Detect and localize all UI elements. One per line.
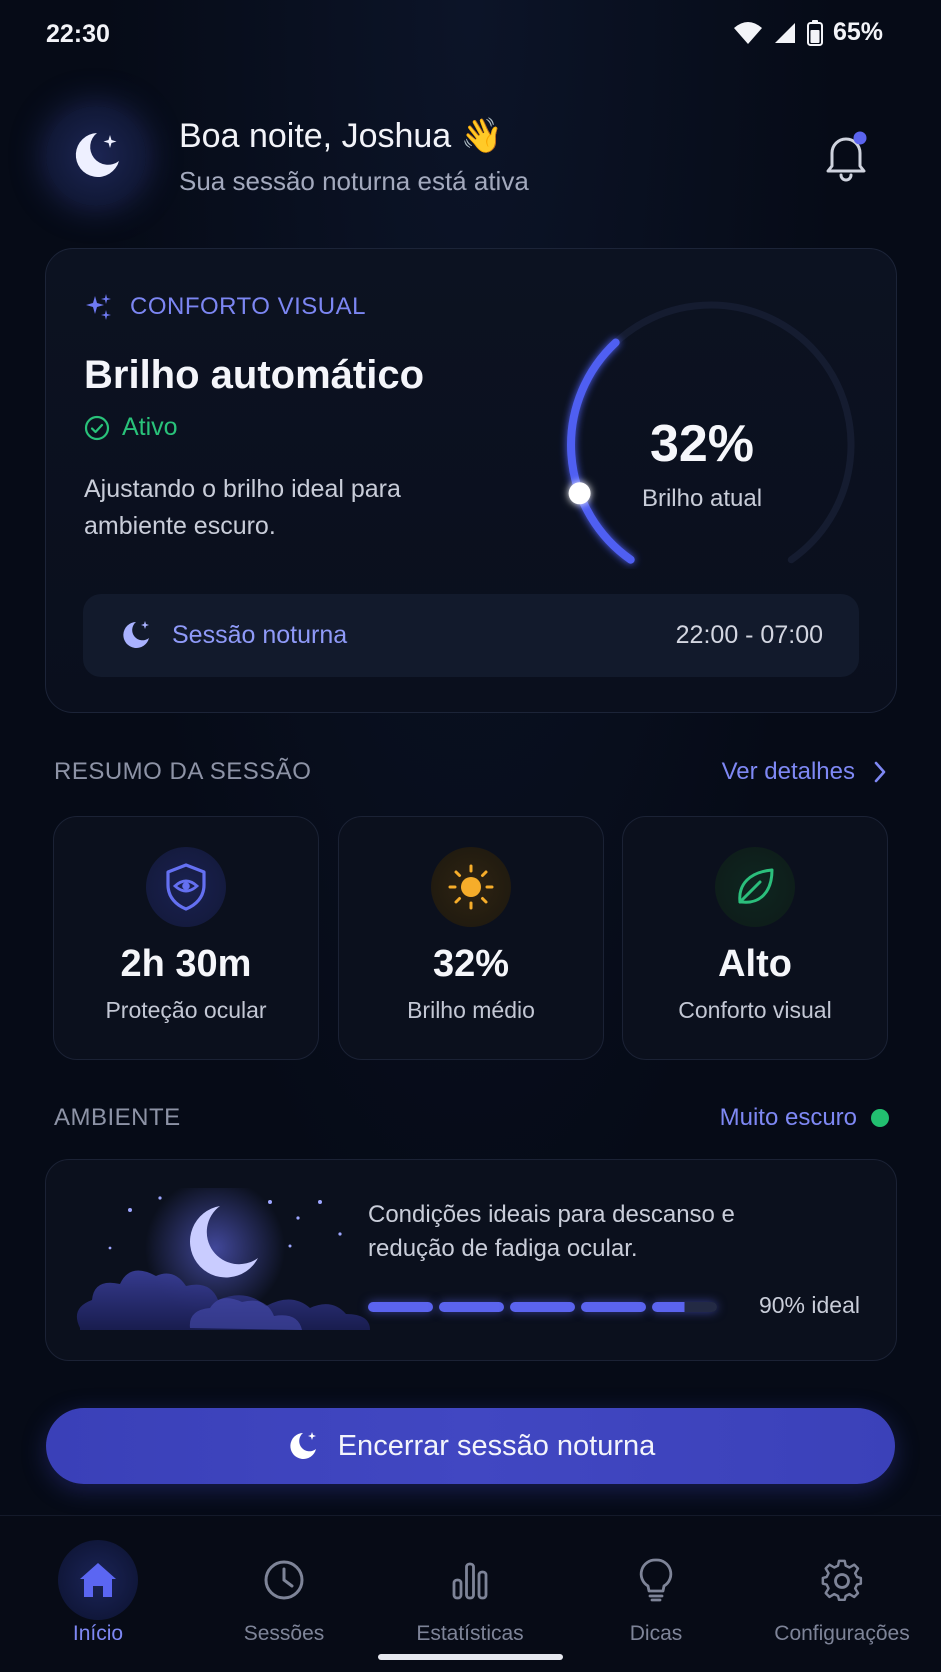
greeting-title: Boa noite, Joshua 👋 <box>179 117 503 155</box>
progress-segment <box>439 1302 504 1312</box>
avatar[interactable] <box>46 106 146 206</box>
clock-icon <box>244 1540 324 1620</box>
ambient-status-text: Muito escuro <box>719 1104 857 1131</box>
ambient-status: Muito escuro <box>720 1104 889 1132</box>
nav-label: Início <box>72 1622 124 1645</box>
gauge-value: 32% <box>649 415 755 473</box>
check-circle-icon <box>84 415 110 440</box>
home-icon <box>58 1540 138 1620</box>
ambient-card: Condições ideais para descanso e redução… <box>45 1159 897 1361</box>
gauge-knob[interactable] <box>568 482 591 505</box>
moon-star-icon <box>75 133 119 177</box>
session-summary-title: RESUMO DA SESSÃO <box>54 758 312 785</box>
nav-tips[interactable]: Dicas <box>563 1540 749 1645</box>
stat-card-eye-protection[interactable]: 2h 30m Proteção ocular <box>53 816 319 1060</box>
ambient-status-dot <box>871 1109 889 1127</box>
sparkles-icon <box>86 294 111 320</box>
signal-icon <box>774 22 795 43</box>
bottom-navigation: Início Sessões Estatísticas Dicas Config… <box>0 1515 941 1672</box>
progress-segment <box>581 1302 646 1312</box>
status-time: 22:30 <box>46 20 110 48</box>
lightbulb-icon <box>616 1540 696 1620</box>
moon-icon <box>123 621 149 648</box>
gear-icon <box>802 1540 882 1620</box>
stat-label: Brilho médio <box>407 997 535 1023</box>
night-sky-illustration <box>76 1188 370 1330</box>
stat-value: 2h 30m <box>120 943 252 985</box>
stat-label: Conforto visual <box>678 997 832 1023</box>
sun-icon <box>431 847 511 927</box>
leaf-icon <box>715 847 795 927</box>
status-bar: 22:30 65% <box>0 0 941 72</box>
nav-label: Configurações <box>774 1622 910 1645</box>
end-night-session-button[interactable]: Encerrar sessão noturna <box>46 1408 895 1484</box>
ambient-progress-bar <box>368 1302 717 1312</box>
see-details-label: Ver detalhes <box>721 758 855 785</box>
home-indicator[interactable] <box>378 1654 563 1660</box>
gauge-caption: Brilho atual <box>641 485 763 512</box>
nav-label: Sessões <box>243 1622 325 1645</box>
nav-label: Dicas <box>629 1622 683 1645</box>
auto-brightness-description: Ajustando o brilho ideal para ambiente e… <box>84 475 401 540</box>
progress-segment <box>510 1302 575 1312</box>
status-icons: 65% <box>733 18 883 47</box>
status-text: Ativo <box>122 413 178 441</box>
visual-comfort-card: CONFORTO VISUAL Brilho automático Ativo … <box>45 248 897 713</box>
greeting-subtitle: Sua sessão noturna está ativa <box>179 166 529 196</box>
nav-sessions[interactable]: Sessões <box>191 1540 377 1645</box>
end-night-session-label: Encerrar sessão noturna <box>337 1429 656 1462</box>
notifications-button[interactable] <box>822 130 870 182</box>
shield-eye-icon <box>146 847 226 927</box>
visual-comfort-label: CONFORTO VISUAL <box>84 292 366 322</box>
stat-card-avg-brightness[interactable]: 32% Brilho médio <box>338 816 604 1060</box>
battery-icon <box>806 19 823 46</box>
stat-label: Proteção ocular <box>105 997 267 1023</box>
progress-segment <box>652 1302 717 1312</box>
auto-brightness-title: Brilho automático <box>84 353 425 397</box>
visual-comfort-label-text: CONFORTO VISUAL <box>130 293 366 320</box>
wifi-icon <box>733 21 762 44</box>
chevron-right-icon <box>874 761 886 783</box>
ambient-progress-label: 90% ideal <box>758 1292 860 1318</box>
night-session-row[interactable]: Sessão noturna 22:00 - 07:00 <box>83 594 859 677</box>
nav-home[interactable]: Início <box>5 1540 191 1645</box>
stat-value: Alto <box>718 943 792 985</box>
night-session-label: Sessão noturna <box>172 621 348 649</box>
see-details-link[interactable]: Ver detalhes <box>722 758 887 786</box>
header: Boa noite, Joshua 👋 Sua sessão noturna e… <box>46 100 896 210</box>
bell-icon <box>826 131 867 182</box>
ambient-title: AMBIENTE <box>54 1104 181 1131</box>
battery-percent: 65% <box>832 18 883 46</box>
moon-icon <box>290 1432 316 1459</box>
bar-chart-icon <box>430 1540 510 1620</box>
nav-label: Estatísticas <box>416 1622 524 1645</box>
nav-statistics[interactable]: Estatísticas <box>377 1540 563 1645</box>
nav-settings[interactable]: Configurações <box>749 1540 935 1645</box>
progress-segment <box>368 1302 433 1312</box>
stat-card-visual-comfort[interactable]: Alto Conforto visual <box>622 816 888 1060</box>
night-session-time: 22:00 - 07:00 <box>675 621 823 649</box>
auto-brightness-status: Ativo <box>84 413 178 442</box>
ambient-description: Condições ideais para descanso e redução… <box>368 1201 735 1262</box>
stat-value: 32% <box>432 943 510 985</box>
